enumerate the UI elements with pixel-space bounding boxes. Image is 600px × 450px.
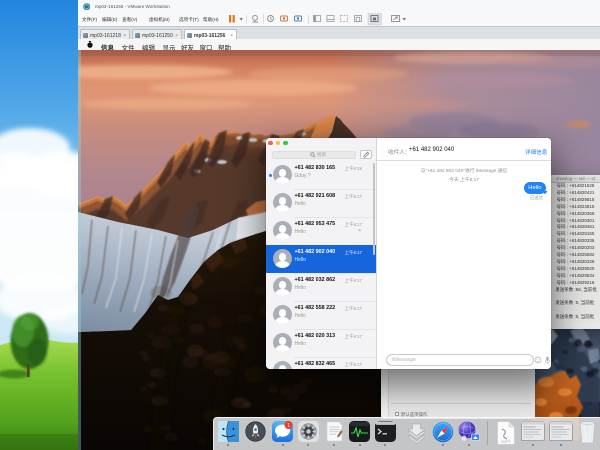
svg-text:SCPT: SCPT — [501, 440, 511, 444]
svg-text:1: 1 — [287, 422, 290, 428]
